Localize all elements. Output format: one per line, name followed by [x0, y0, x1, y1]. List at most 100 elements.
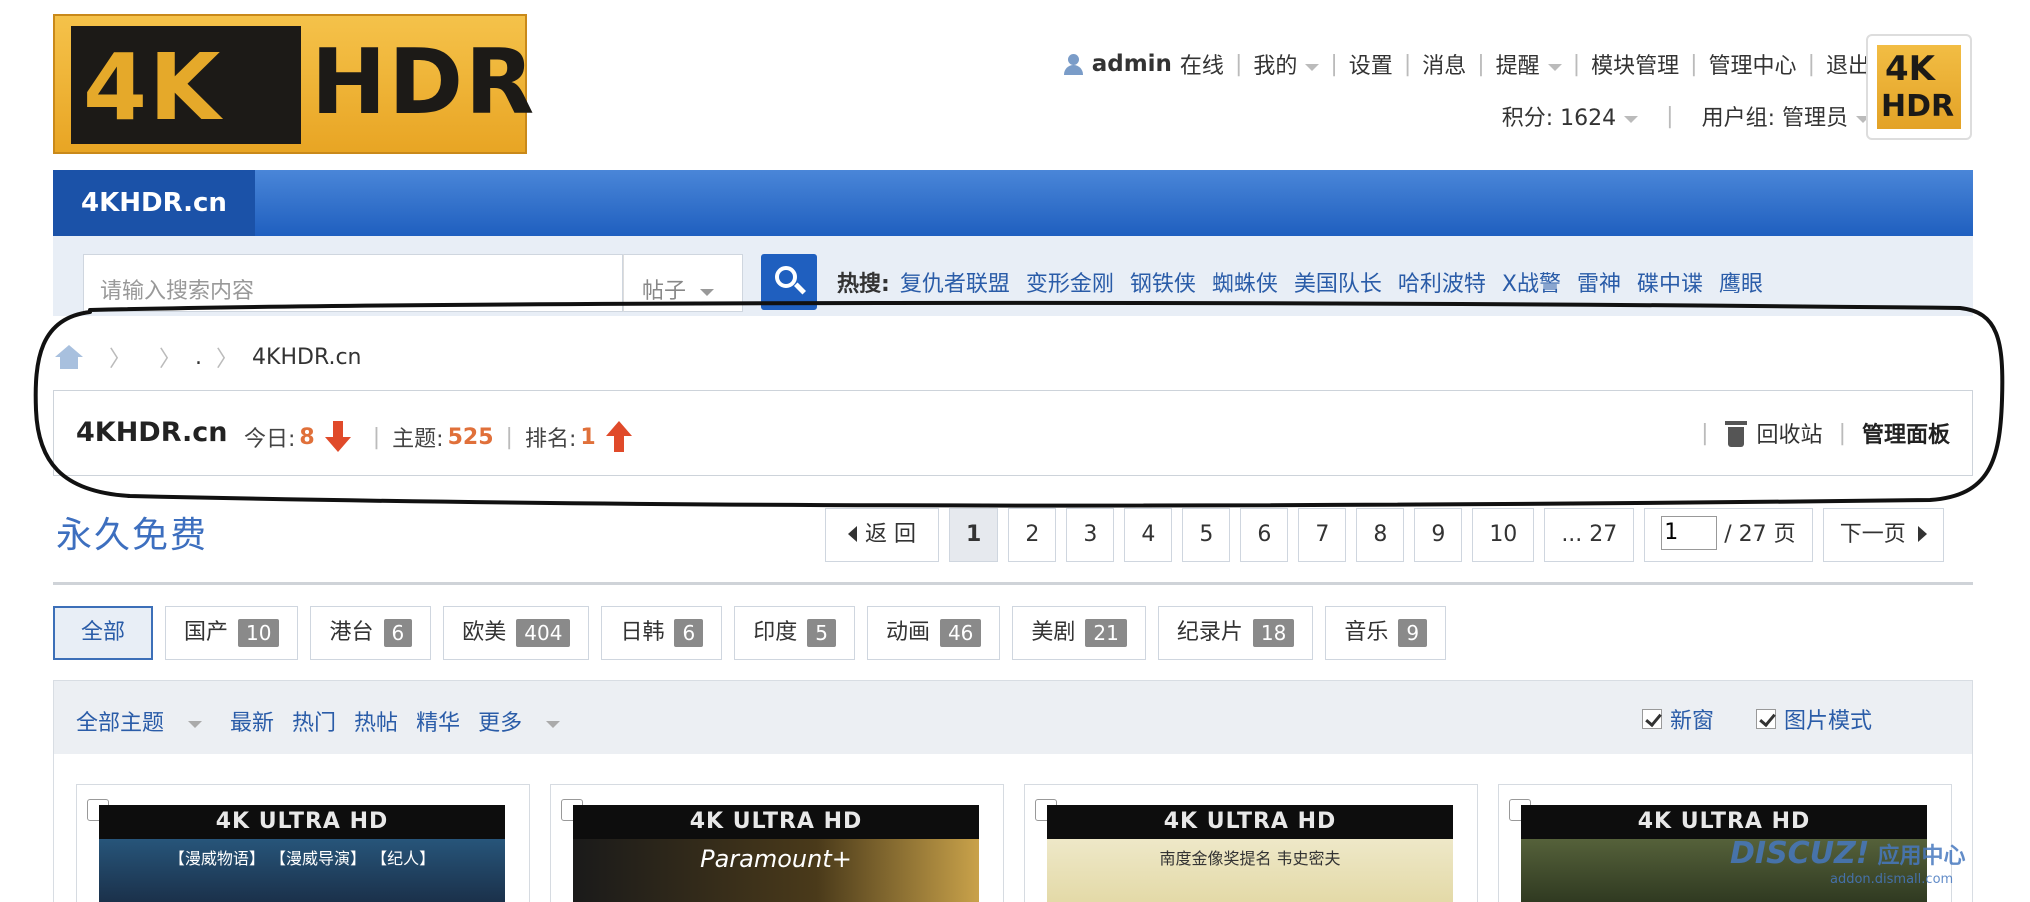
forum-title: 4KHDR.cn — [76, 417, 228, 448]
new-window-checkbox[interactable] — [1641, 709, 1662, 729]
nav-home-tab[interactable]: 4KHDR.cn — [53, 170, 255, 236]
filter-all-topics[interactable]: 全部主题 — [76, 705, 212, 737]
next-page-button[interactable]: 下一页 — [1822, 508, 1944, 562]
poster-caption: 南度金像奖提名 韦史密夫 — [1159, 849, 1341, 868]
page-link[interactable]: 8 — [1356, 508, 1405, 562]
hot-search-link[interactable]: 哈利波特 — [1398, 266, 1486, 298]
avatar-text-4k: 4K — [1885, 49, 1936, 89]
back-button[interactable]: 返 回 — [825, 508, 939, 562]
tab-western[interactable]: 欧美 404 — [443, 606, 590, 660]
logo-hdr-text: HDR — [311, 30, 537, 135]
breadcrumb-current[interactable]: 4KHDR.cn — [252, 345, 361, 370]
page-jump: / 27 页 — [1644, 508, 1813, 562]
tab-india[interactable]: 印度 5 — [734, 606, 855, 660]
page-link[interactable]: 4 — [1124, 508, 1173, 562]
home-icon[interactable] — [55, 345, 83, 369]
admin-panel-link[interactable]: 管理面板 — [1862, 417, 1950, 449]
tab-animation[interactable]: 动画 46 — [866, 606, 1001, 660]
tab-documentary[interactable]: 纪录片 18 — [1157, 606, 1314, 660]
page-link[interactable]: 3 — [1066, 508, 1115, 562]
poster-image[interactable]: 4K ULTRA HD 【漫威物语】 【漫威导演】 【纪人】 — [99, 805, 505, 902]
topics-count: 525 — [447, 424, 494, 450]
my-menu[interactable]: 我的 — [1253, 48, 1320, 80]
thread-card[interactable]: 4K ULTRA HD 南度金像奖提名 韦史密夫 — [1024, 784, 1478, 902]
chevron-down-icon — [700, 288, 715, 296]
tab-music[interactable]: 音乐 9 — [1325, 606, 1447, 660]
chevron-down-icon — [188, 720, 203, 728]
thread-card[interactable]: 4K ULTRA HD 【漫威物语】 【漫威导演】 【纪人】 — [76, 784, 530, 902]
filter-hot[interactable]: 热门 — [292, 705, 336, 737]
nav-separator: | — [1234, 51, 1243, 77]
poster-image[interactable]: 4K ULTRA HD Paramount+ — [573, 805, 979, 902]
breadcrumb-separator: 〉 — [109, 347, 132, 372]
username-link[interactable]: admin — [1092, 51, 1172, 77]
logo-4k-block: 4K — [71, 26, 301, 144]
tab-domestic[interactable]: 国产 10 — [165, 606, 299, 660]
thread-filter-bar: 全部主题 最新 热门 热帖 精华 更多 新窗 图片模式 — [53, 680, 1973, 754]
filter-latest[interactable]: 最新 — [230, 705, 274, 737]
rank-value: 1 — [580, 424, 596, 450]
site-logo[interactable]: 4K HDR — [53, 14, 534, 154]
logout-link[interactable]: 退出 — [1826, 48, 1870, 80]
hot-search-link[interactable]: 变形金刚 — [1026, 266, 1114, 298]
last-page-link[interactable]: ... 27 — [1544, 508, 1635, 562]
usergroup-menu[interactable]: 用户组: 管理员 — [1702, 100, 1870, 132]
filter-hot-posts[interactable]: 热帖 — [354, 705, 398, 737]
search-type-select[interactable]: 帖子 — [623, 254, 743, 312]
hot-search-link[interactable]: 钢铁侠 — [1130, 266, 1196, 298]
tab-hk-tw[interactable]: 港台 6 — [310, 606, 432, 660]
hot-search-link[interactable]: 蜘蛛侠 — [1212, 266, 1278, 298]
page-jump-input[interactable] — [1661, 515, 1718, 550]
count-badge: 5 — [807, 619, 836, 647]
page-link[interactable]: 2 — [1008, 508, 1057, 562]
hot-search-link[interactable]: 复仇者联盟 — [900, 266, 1010, 298]
page-link[interactable]: 7 — [1298, 508, 1347, 562]
discuz-watermark: DISCUZ! 应用中心 addon.dismall.com — [1730, 836, 1966, 887]
today-count: 8 — [299, 424, 315, 450]
page-link[interactable]: 6 — [1240, 508, 1289, 562]
uhd-badge: 4K ULTRA HD — [689, 809, 863, 834]
breadcrumb: 〉 〉 . 〉 4KHDR.cn — [55, 342, 362, 372]
count-badge: 21 — [1085, 619, 1127, 647]
filter-more[interactable]: 更多 — [478, 705, 570, 737]
image-mode-option[interactable]: 图片模式 — [1755, 703, 1872, 735]
page-link[interactable]: 9 — [1414, 508, 1463, 562]
tab-all[interactable]: 全部 — [53, 606, 154, 660]
hot-search-link[interactable]: X战警 — [1502, 266, 1561, 298]
forum-actions: | 回收站 | 管理面板 — [1685, 417, 1950, 449]
credits-menu[interactable]: 积分: 1624 — [1502, 100, 1639, 132]
breadcrumb-separator: 〉 — [216, 347, 239, 372]
tab-jp-kr[interactable]: 日韩 6 — [601, 606, 723, 660]
search-input[interactable]: 请输入搜索内容 — [83, 254, 623, 312]
hot-search-link[interactable]: 美国队长 — [1294, 266, 1382, 298]
breadcrumb-item[interactable]: . — [195, 345, 202, 370]
online-status[interactable]: 在线 — [1180, 48, 1224, 80]
hot-search-link[interactable]: 鹰眼 — [1719, 266, 1763, 298]
hot-search-link[interactable]: 碟中谍 — [1637, 266, 1703, 298]
image-mode-checkbox[interactable] — [1755, 709, 1776, 729]
page-link[interactable]: 5 — [1182, 508, 1231, 562]
thread-card[interactable]: 4K ULTRA HD Paramount+ — [550, 784, 1004, 902]
settings-link[interactable]: 设置 — [1349, 48, 1393, 80]
search-button[interactable] — [761, 254, 817, 310]
recycle-bin-link[interactable]: 回收站 — [1757, 417, 1823, 449]
poster-caption: Paramount+ — [700, 845, 852, 873]
filter-digest[interactable]: 精华 — [416, 705, 460, 737]
reminders-menu[interactable]: 提醒 — [1496, 48, 1562, 80]
hot-search-link[interactable]: 雷神 — [1577, 266, 1621, 298]
today-label: 今日: — [244, 427, 296, 452]
poster-image[interactable]: 4K ULTRA HD 南度金像奖提名 韦史密夫 — [1047, 805, 1453, 902]
module-admin-link[interactable]: 模块管理 — [1591, 48, 1679, 80]
watermark-url: addon.dismall.com — [1830, 872, 1954, 887]
new-window-option[interactable]: 新窗 — [1641, 703, 1714, 735]
admin-center-link[interactable]: 管理中心 — [1709, 48, 1797, 80]
main-navbar: 4KHDR.cn — [53, 170, 1973, 236]
page-link[interactable]: 1 — [949, 508, 999, 562]
topics-label: 主题: — [392, 427, 444, 452]
tab-us-series[interactable]: 美剧 21 — [1012, 606, 1146, 660]
messages-link[interactable]: 消息 — [1422, 48, 1466, 80]
uhd-badge: 4K ULTRA HD — [1637, 809, 1811, 834]
uhd-badge: 4K ULTRA HD — [1163, 809, 1337, 834]
avatar[interactable]: 4K HDR — [1866, 34, 1972, 140]
page-link[interactable]: 10 — [1472, 508, 1535, 562]
